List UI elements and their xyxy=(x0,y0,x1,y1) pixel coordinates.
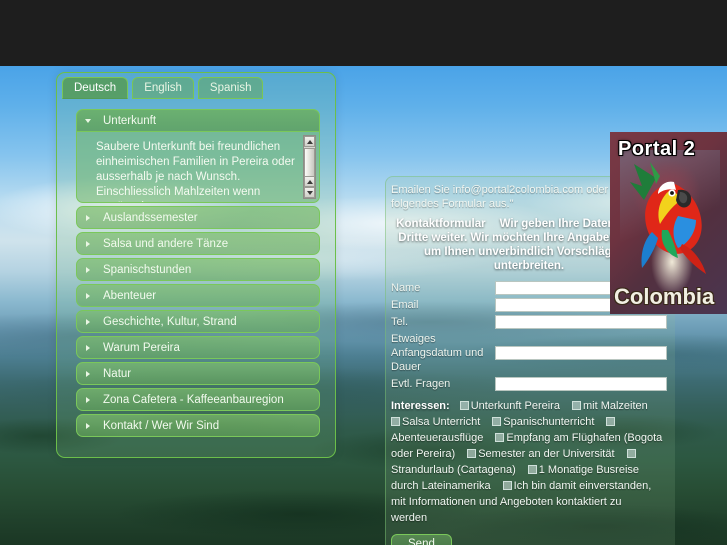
chevron-right-icon xyxy=(86,240,90,247)
accordion-item-label: Warum Pereira xyxy=(103,342,180,354)
chevron-right-icon xyxy=(86,422,90,429)
tel-input[interactable] xyxy=(495,315,667,329)
logo-title: Portal 2 xyxy=(618,138,696,160)
accordion-header-abenteuer[interactable]: Abenteuer xyxy=(76,284,320,307)
checkbox-mit-malzeiten[interactable]: mit Malzeiten xyxy=(571,400,660,412)
language-tab-bar: Deutsch English Spanish xyxy=(57,73,337,103)
accordion-header-zona-cafetera[interactable]: Zona Cafetera - Kaffeeanbauregion xyxy=(76,388,320,411)
checkbox-icon[interactable] xyxy=(492,417,502,426)
send-button[interactable]: Send xyxy=(391,534,452,545)
accordion-item-label: Abenteuer xyxy=(103,290,157,302)
checkbox-icon[interactable] xyxy=(459,401,469,410)
accordion-item-label: Kontakt / Wer Wir Sind xyxy=(103,420,220,432)
accordion-header-kontakt[interactable]: Kontakt / Wer Wir Sind xyxy=(76,414,320,437)
checkbox-icon[interactable] xyxy=(495,433,505,442)
accordion-header-warum-pereira[interactable]: Warum Pereira xyxy=(76,336,320,359)
questions-input[interactable] xyxy=(495,377,667,391)
page-viewport: Deutsch English Spanish Unterkunft Saubere… xyxy=(0,66,727,545)
macaw-parrot-icon xyxy=(630,162,706,274)
checkbox-icon[interactable] xyxy=(626,449,636,458)
accordion-header-label: Unterkunft xyxy=(103,115,157,127)
checkbox-unterkunft-pereira[interactable]: Unterkunft Pereira xyxy=(459,400,572,412)
chevron-right-icon xyxy=(86,370,90,377)
checkbox-icon[interactable] xyxy=(502,481,512,490)
panel-scrollbar[interactable] xyxy=(303,135,316,199)
checkbox-label: Abenteuerausflüge xyxy=(391,432,484,444)
label-name: Name xyxy=(391,282,421,294)
chevron-right-icon xyxy=(86,214,90,221)
checkbox-label: mit Malzeiten xyxy=(582,400,648,412)
accordion-header-salsa[interactable]: Salsa und andere Tänze xyxy=(76,232,320,255)
label-email: Email xyxy=(391,299,419,311)
site-logo[interactable]: Portal 2 Colombia xyxy=(610,132,727,314)
accordion-header-natur[interactable]: Natur xyxy=(76,362,320,385)
startdate-input[interactable] xyxy=(495,346,667,360)
tab-english[interactable]: English xyxy=(132,77,194,99)
chevron-right-icon xyxy=(86,292,90,299)
left-content-panel: Deutsch English Spanish Unterkunft Saubere… xyxy=(56,72,336,458)
accordion-header-geschichte[interactable]: Geschichte, Kultur, Strand xyxy=(76,310,320,333)
form-row-questions: Evtl. Fragen xyxy=(391,377,667,391)
accordion-item-label: Geschichte, Kultur, Strand xyxy=(103,316,237,328)
caret-up-icon xyxy=(306,139,313,144)
accordion-header-unterkunft[interactable]: Unterkunft xyxy=(76,109,320,132)
interests-label: Interessen: xyxy=(391,400,450,412)
chevron-right-icon xyxy=(86,318,90,325)
accordion-item-label: Natur xyxy=(103,368,132,380)
screenshot-root: Deutsch English Spanish Unterkunft Saubere… xyxy=(0,0,727,545)
form-row-tel: Tel. xyxy=(391,315,667,329)
checkbox-icon[interactable] xyxy=(391,417,400,426)
caret-up-icon xyxy=(306,179,313,184)
accordion-item-label: Zona Cafetera - Kaffeeanbauregion xyxy=(103,394,284,406)
checkbox-icon[interactable] xyxy=(571,401,581,410)
topics-accordion: Unterkunft Saubere Unterkunft bei freund… xyxy=(76,109,320,440)
checkbox-icon[interactable] xyxy=(467,449,477,458)
label-anfangsdatum: Etwaiges Anfangsdatum und Dauer xyxy=(391,333,484,373)
tab-spanish[interactable]: Spanish xyxy=(197,77,264,99)
scroll-up-button-bottom[interactable] xyxy=(304,176,315,187)
chevron-right-icon xyxy=(86,396,90,403)
checkbox-label: Salsa Unterricht xyxy=(402,416,481,428)
accordion-header-spanischstunden[interactable]: Spanischstunden xyxy=(76,258,320,281)
form-row-startdate: Etwaiges Anfangsdatum und Dauer xyxy=(391,332,667,374)
checkbox-icon[interactable] xyxy=(606,417,616,426)
scroll-down-button[interactable] xyxy=(304,187,315,198)
chevron-right-icon xyxy=(86,266,90,273)
checkbox-semester-universitaet[interactable]: Semester an der Universität xyxy=(467,448,626,460)
interests-section: Interessen: Unterkunft Pereira mit Malzeit… xyxy=(391,398,667,526)
checkbox-label: Strandurlaub (Cartagena) xyxy=(391,464,516,476)
browser-chrome-bar xyxy=(0,0,727,66)
logo-subtitle: Colombia xyxy=(614,284,715,309)
checkbox-label: Spanischunterricht xyxy=(503,416,595,428)
label-tel: Tel. xyxy=(391,316,409,328)
checkbox-label: Unterkunft Pereira xyxy=(470,400,560,412)
chevron-down-icon xyxy=(85,118,91,123)
contact-form-title: Kontaktformular xyxy=(396,218,486,230)
checkbox-label: Semester an der Universität xyxy=(478,448,615,460)
checkbox-salsa-unterricht[interactable]: Salsa Unterricht xyxy=(391,416,492,428)
accordion-panel-text: Saubere Unterkunft bei freundlichen einh… xyxy=(96,141,295,202)
label-fragen: Evtl. Fragen xyxy=(391,378,451,390)
accordion-panel-unterkunft: Saubere Unterkunft bei freundlichen einh… xyxy=(76,132,320,203)
checkbox-icon[interactable] xyxy=(527,465,537,474)
accordion-item-label: Spanischstunden xyxy=(103,264,192,276)
accordion-item-label: Auslandssemester xyxy=(103,212,198,224)
tab-deutsch[interactable]: Deutsch xyxy=(62,77,129,99)
caret-down-icon xyxy=(306,190,313,195)
accordion-header-auslandssemester[interactable]: Auslandssemester xyxy=(76,206,320,229)
chevron-right-icon xyxy=(86,344,90,351)
checkbox-spanischunterricht[interactable]: Spanischunterricht xyxy=(492,416,606,428)
scroll-up-button[interactable] xyxy=(304,136,315,147)
accordion-item-label: Salsa und andere Tänze xyxy=(103,238,229,250)
